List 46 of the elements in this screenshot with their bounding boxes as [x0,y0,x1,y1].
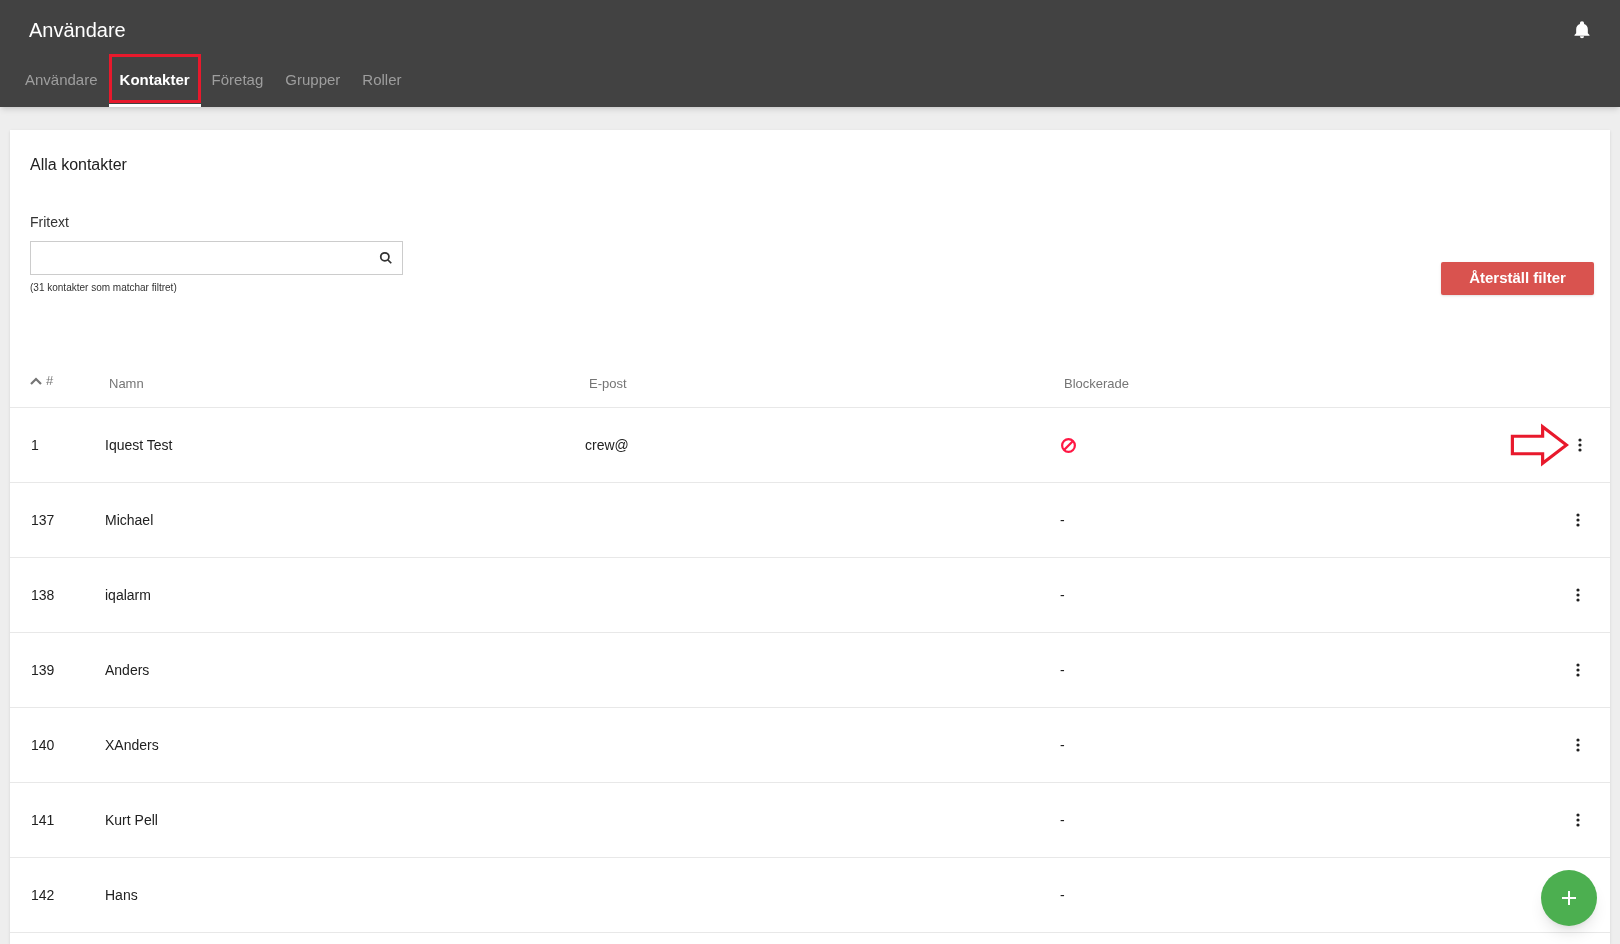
table-cell: iqalarm [105,586,151,603]
nav-tab[interactable]: Kontakter [108,56,201,107]
table-cell: Hans [105,886,138,903]
plus-icon [1561,890,1577,906]
table-cell: 140 [30,736,55,753]
nav-tab[interactable]: Användare [14,56,109,107]
nav-tab[interactable]: Roller [351,56,413,107]
notification-bell-icon[interactable] [1572,20,1592,40]
table-cell-text: - [1060,510,1065,530]
table-cell: Kurt Pell [105,811,158,828]
nav-tab[interactable]: Grupper [274,56,352,107]
search-icon [379,251,393,265]
table-cell: 137 [30,511,55,528]
table-cell-text: - [1060,585,1065,605]
more-vertical-icon [1576,663,1580,677]
page-title: Användare [29,18,126,43]
column-header[interactable]: # [46,371,54,391]
match-count: (31 kontakter som matchar filtret) [30,281,178,295]
more-vertical-icon [1576,738,1580,752]
reset-filter-button[interactable]: Återställ filter [1441,262,1594,295]
table-cell-text: - [1060,660,1065,680]
column-header[interactable]: E-post [585,376,627,391]
table-cell: XAnders [105,736,159,753]
table-cell: Iquest Test [105,436,173,453]
more-vertical-icon [1576,813,1580,827]
table-cell: 1 [30,436,39,453]
sort-ascending-icon[interactable] [30,376,42,385]
table-cell: 138 [30,586,55,603]
more-vertical-icon [1578,438,1583,452]
table-cell: 141 [30,811,55,828]
nav-tab[interactable]: Företag [200,56,275,107]
filter-label: Fritext [30,213,70,232]
table-cell: crew@ [585,436,629,453]
table-cell-text: - [1060,810,1065,830]
table-cell-text: - [1060,885,1065,905]
table-cell: 142 [30,886,55,903]
column-header[interactable]: Blockerade [1060,376,1130,391]
more-vertical-icon [1576,588,1580,602]
card-title: Alla kontakter [30,155,128,175]
table-cell: Anders [105,661,150,678]
column-header[interactable]: Namn [105,376,144,391]
table-cell: 139 [30,661,55,678]
more-vertical-icon [1576,513,1580,527]
table-cell: Michael [105,511,154,528]
search-field[interactable] [30,241,403,275]
table-cell-text: - [1060,735,1065,755]
